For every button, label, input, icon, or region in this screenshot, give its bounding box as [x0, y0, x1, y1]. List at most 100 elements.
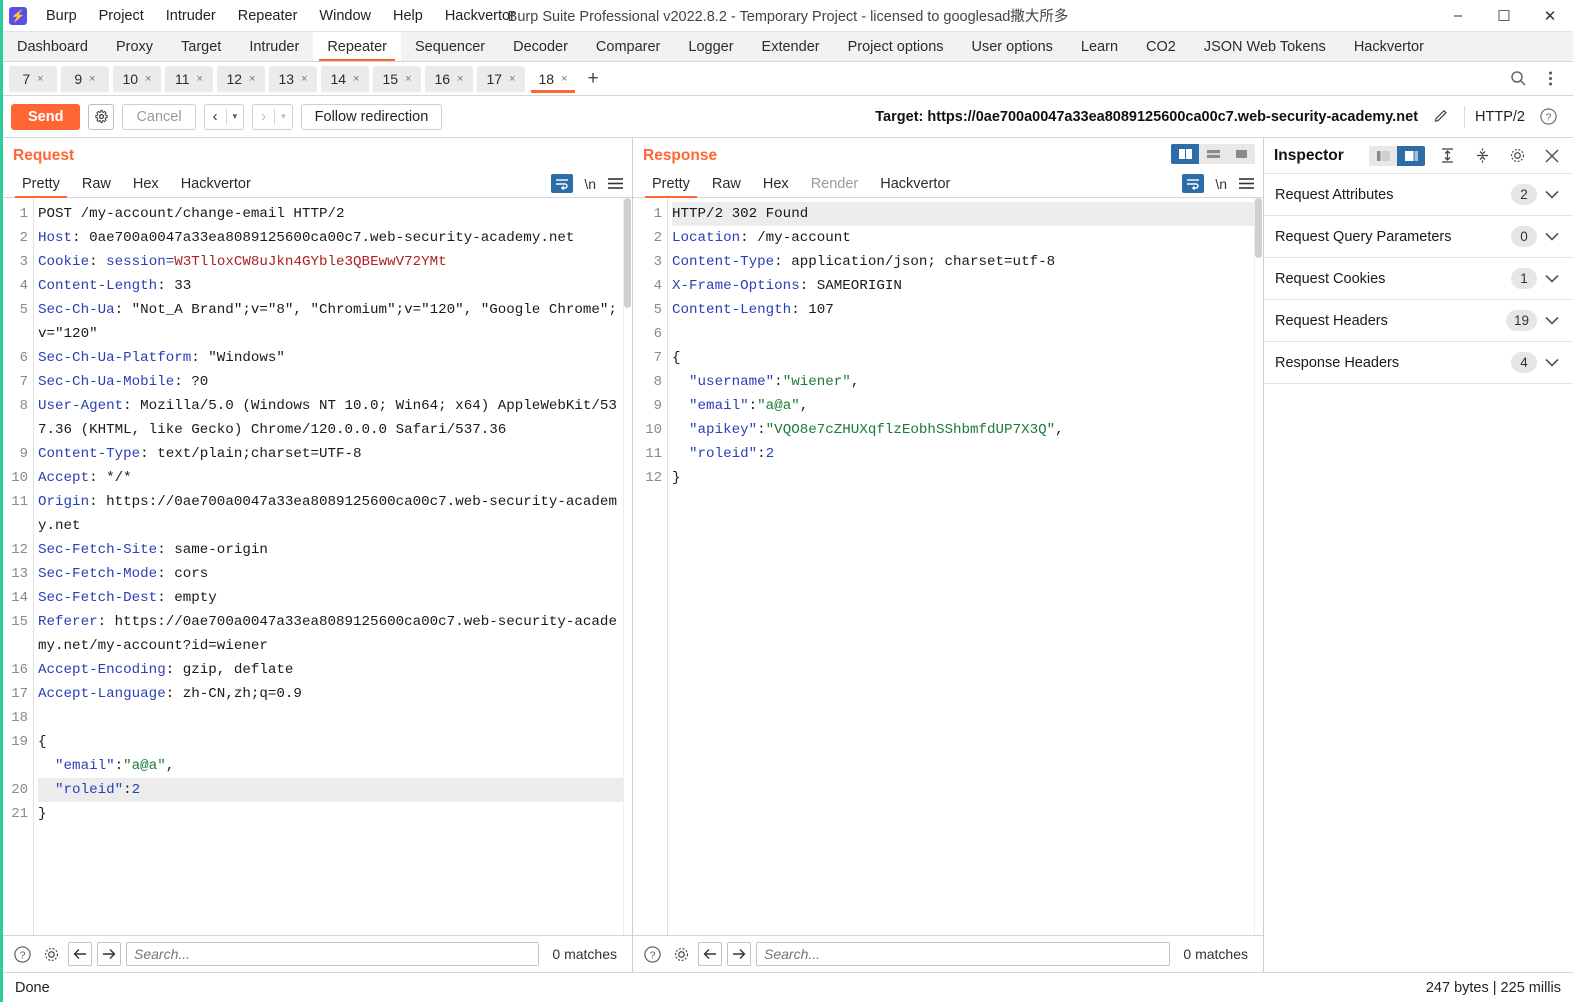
repeater-tab-18[interactable]: 18 ×	[529, 65, 577, 93]
send-button[interactable]: Send	[11, 103, 81, 130]
question-circle-icon[interactable]: ?	[640, 942, 664, 966]
close-icon[interactable]	[1539, 143, 1565, 169]
forward-history-button[interactable]: › ▾	[252, 103, 293, 130]
pencil-icon[interactable]	[1428, 104, 1454, 130]
question-circle-icon[interactable]: ?	[1535, 104, 1561, 130]
response-tab-hackvertor[interactable]: Hackvertor	[869, 176, 961, 197]
maximize-button[interactable]: ☐	[1481, 0, 1527, 32]
main-tab-learn[interactable]: Learn	[1067, 32, 1132, 61]
menu-intruder[interactable]: Intruder	[155, 0, 227, 32]
close-icon[interactable]: ×	[353, 73, 359, 85]
chevron-down-icon[interactable]	[1545, 190, 1563, 199]
close-icon[interactable]: ×	[37, 73, 43, 85]
cancel-button[interactable]: Cancel	[122, 103, 196, 130]
main-tab-intruder[interactable]: Intruder	[235, 32, 313, 61]
chevron-down-icon[interactable]	[1545, 274, 1563, 283]
close-icon[interactable]: ×	[145, 73, 151, 85]
repeater-tab-13[interactable]: 13 ×	[269, 65, 317, 92]
newline-toggle[interactable]: \n	[584, 176, 596, 192]
request-scrollbar[interactable]	[623, 198, 632, 935]
response-tab-render[interactable]: Render	[800, 176, 870, 197]
close-icon[interactable]: ×	[197, 73, 203, 85]
gear-icon[interactable]	[1504, 143, 1530, 169]
request-tab-pretty[interactable]: Pretty	[11, 176, 71, 198]
main-tab-proxy[interactable]: Proxy	[102, 32, 167, 61]
gear-icon[interactable]	[88, 103, 115, 130]
hamburger-icon[interactable]	[1238, 177, 1255, 190]
vertical-dots-icon[interactable]	[1537, 66, 1563, 92]
back-history-button[interactable]: ‹ ▾	[203, 103, 245, 130]
request-code[interactable]: POST /my-account/change-email HTTP/2 Host…	[33, 198, 632, 935]
inspector-dock-right-button[interactable]	[1397, 145, 1425, 166]
main-tab-decoder[interactable]: Decoder	[499, 32, 582, 61]
gear-icon[interactable]	[669, 942, 693, 966]
main-tab-repeater[interactable]: Repeater	[313, 32, 401, 61]
gear-icon[interactable]	[39, 942, 63, 966]
newline-toggle[interactable]: \n	[1215, 176, 1227, 192]
close-icon[interactable]: ×	[509, 73, 515, 85]
menu-project[interactable]: Project	[88, 0, 155, 32]
main-tab-user-options[interactable]: User options	[958, 32, 1067, 61]
inspector-dock-left-button[interactable]	[1369, 146, 1397, 166]
repeater-tab-11[interactable]: 11 ×	[165, 65, 213, 92]
repeater-tab-10[interactable]: 10 ×	[113, 65, 161, 92]
response-tab-hex[interactable]: Hex	[752, 176, 800, 197]
close-button[interactable]: ✕	[1527, 0, 1573, 32]
response-search-input[interactable]	[756, 942, 1171, 966]
response-tab-pretty[interactable]: Pretty	[641, 176, 701, 198]
arrow-left-icon[interactable]	[698, 942, 722, 966]
inspector-section-request-cookies[interactable]: Request Cookies 1	[1264, 258, 1573, 300]
chevron-down-icon[interactable]	[1545, 316, 1563, 325]
close-icon[interactable]: ×	[561, 73, 567, 85]
chevron-down-icon[interactable]	[1545, 232, 1563, 241]
arrow-right-icon[interactable]	[727, 942, 751, 966]
menu-burp[interactable]: Burp	[35, 0, 88, 32]
minimize-button[interactable]: –	[1435, 0, 1481, 32]
search-icon[interactable]	[1505, 66, 1531, 92]
repeater-tab-9[interactable]: 9 ×	[61, 65, 109, 92]
inspector-section-request-headers[interactable]: Request Headers 19	[1264, 300, 1573, 342]
close-icon[interactable]: ×	[405, 73, 411, 85]
request-editor[interactable]: 1 2 3 4 5 6 7 8 9 10 11 12 13 14 15 16 17 18 19 20 21 POST /…	[3, 198, 632, 936]
repeater-tab-16[interactable]: 16 ×	[425, 65, 473, 92]
arrow-left-icon[interactable]	[68, 942, 92, 966]
close-icon[interactable]: ×	[457, 73, 463, 85]
hamburger-icon[interactable]	[607, 177, 624, 190]
repeater-tab-7[interactable]: 7 ×	[9, 65, 57, 92]
single-pane-view-button[interactable]	[1227, 144, 1255, 164]
main-tab-json-web-tokens[interactable]: JSON Web Tokens	[1190, 32, 1340, 61]
new-repeater-tab-button[interactable]: +	[579, 66, 607, 92]
menu-hackvertor[interactable]: Hackvertor	[434, 0, 526, 32]
response-editor[interactable]: 1 2 3 4 5 6 7 8 9 10 11 12 HTTP/2 302 Found Location…	[633, 198, 1263, 936]
word-wrap-icon[interactable]	[551, 174, 574, 193]
follow-redirection-button[interactable]: Follow redirection	[300, 103, 443, 130]
main-tab-project-options[interactable]: Project options	[834, 32, 958, 61]
close-icon[interactable]: ×	[249, 73, 255, 85]
request-search-input[interactable]	[126, 942, 540, 966]
response-code[interactable]: HTTP/2 302 Found Location: /my-account Con…	[667, 198, 1263, 935]
main-tab-hackvertor[interactable]: Hackvertor	[1340, 32, 1438, 61]
main-tab-target[interactable]: Target	[167, 32, 235, 61]
menu-repeater[interactable]: Repeater	[227, 0, 309, 32]
main-tab-comparer[interactable]: Comparer	[582, 32, 674, 61]
expand-all-icon[interactable]	[1434, 143, 1460, 169]
inspector-section-response-headers[interactable]: Response Headers 4	[1264, 342, 1573, 384]
collapse-all-icon[interactable]	[1469, 143, 1495, 169]
request-tab-hex[interactable]: Hex	[122, 176, 170, 197]
http-version-label[interactable]: HTTP/2	[1475, 109, 1525, 125]
chevron-down-icon[interactable]	[1545, 358, 1563, 367]
repeater-tab-14[interactable]: 14 ×	[321, 65, 369, 92]
word-wrap-icon[interactable]	[1182, 174, 1205, 193]
split-vertical-view-button[interactable]	[1171, 144, 1199, 164]
inspector-section-request-attributes[interactable]: Request Attributes 2	[1264, 174, 1573, 216]
repeater-tab-15[interactable]: 15 ×	[373, 65, 421, 92]
menu-window[interactable]: Window	[308, 0, 382, 32]
main-tab-extender[interactable]: Extender	[748, 32, 834, 61]
main-tab-dashboard[interactable]: Dashboard	[3, 32, 102, 61]
repeater-tab-17[interactable]: 17 ×	[477, 65, 525, 92]
main-tab-co2[interactable]: CO2	[1132, 32, 1190, 61]
response-scrollbar[interactable]	[1254, 198, 1263, 935]
close-icon[interactable]: ×	[301, 73, 307, 85]
main-tab-sequencer[interactable]: Sequencer	[401, 32, 499, 61]
arrow-right-icon[interactable]	[97, 942, 121, 966]
